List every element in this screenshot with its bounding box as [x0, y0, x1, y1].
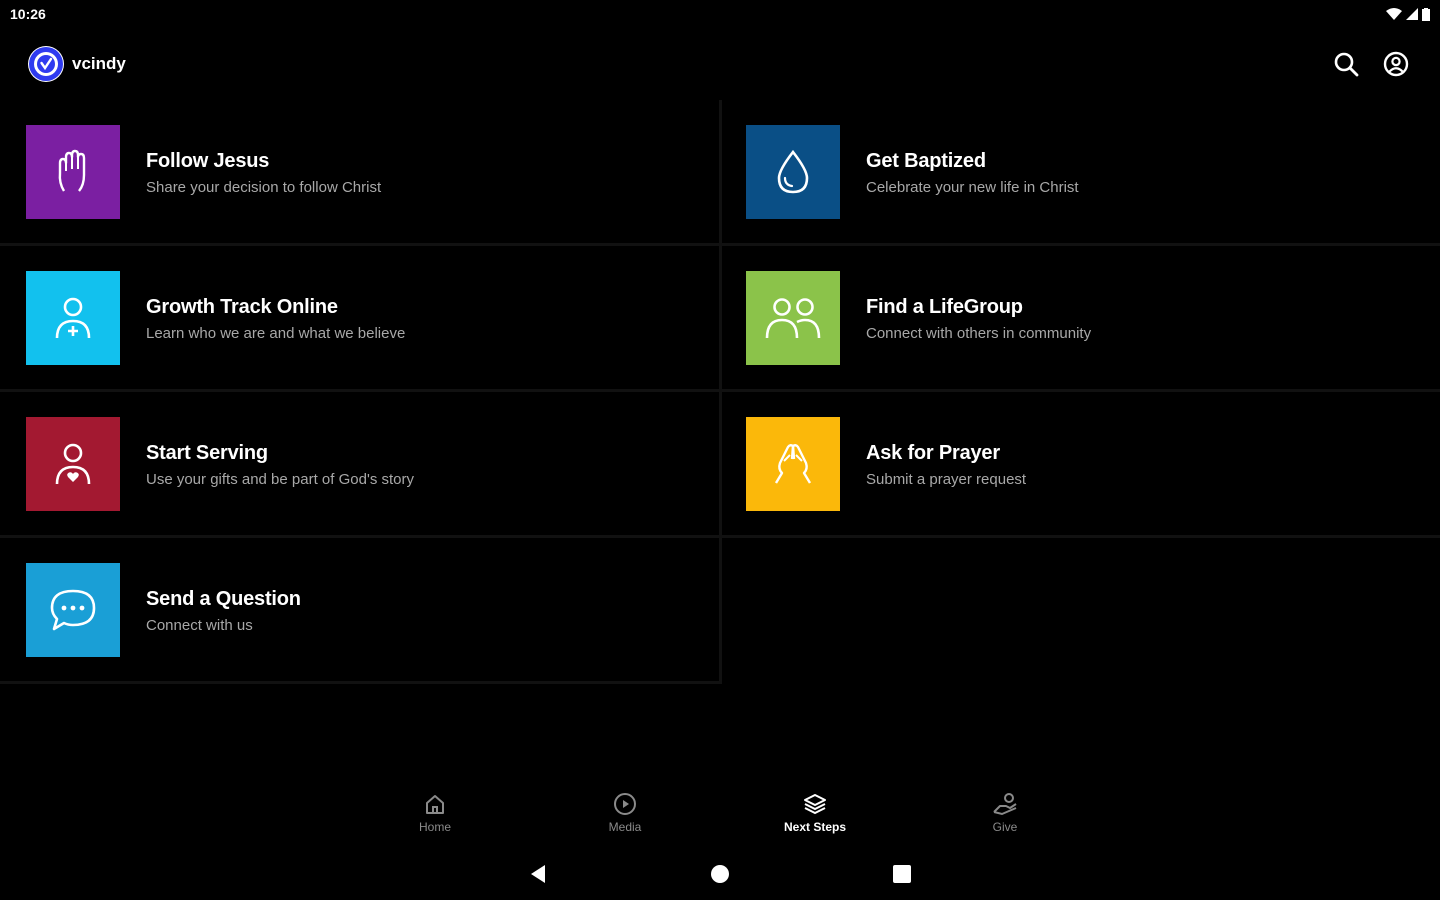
recents-square-icon	[893, 865, 911, 883]
brand[interactable]: vcindy	[28, 46, 126, 82]
status-time: 10:26	[10, 6, 46, 22]
give-hand-icon	[993, 793, 1017, 816]
empty-cell	[722, 538, 1440, 684]
search-icon	[1334, 52, 1359, 77]
item-subtitle: Submit a prayer request	[866, 471, 1027, 488]
item-subtitle: Use your gifts and be part of God's stor…	[146, 471, 414, 488]
people-icon	[765, 298, 821, 339]
next-steps-grid: Follow Jesus Share your decision to foll…	[0, 100, 1440, 684]
item-subtitle: Connect with others in community	[866, 325, 1092, 342]
nav-media[interactable]: Media	[575, 792, 675, 834]
app-bar: vcindy	[0, 36, 1440, 92]
signal-icon	[1406, 8, 1418, 20]
nav-label: Give	[992, 820, 1018, 834]
item-title: Find a LifeGroup	[866, 296, 1023, 318]
item-title: Send a Question	[146, 588, 301, 610]
item-subtitle: Celebrate your new life in Christ	[866, 179, 1079, 196]
next-step-find-lifegroup[interactable]: Find a LifeGroup Connect with others in …	[722, 246, 1440, 392]
system-nav-bar	[0, 852, 1440, 896]
home-icon	[426, 795, 444, 814]
nav-next-steps[interactable]: Next Steps	[765, 792, 865, 834]
tile	[26, 271, 120, 365]
item-title: Ask for Prayer	[866, 442, 1000, 464]
home-circle-icon	[711, 865, 729, 883]
tile	[26, 563, 120, 657]
tile	[26, 417, 120, 511]
item-title: Growth Track Online	[146, 296, 338, 318]
item-subtitle: Share your decision to follow Christ	[146, 179, 382, 196]
tile	[746, 271, 840, 365]
back-triangle-icon	[531, 865, 545, 883]
next-step-ask-for-prayer[interactable]: Ask for Prayer Submit a prayer request	[722, 392, 1440, 538]
item-title: Get Baptized	[866, 150, 986, 172]
person-plus-icon	[55, 297, 91, 339]
system-back-button[interactable]	[526, 862, 550, 886]
play-circle-icon	[614, 793, 636, 815]
layers-icon	[804, 794, 826, 815]
item-title: Follow Jesus	[146, 150, 270, 172]
nav-home[interactable]: Home	[385, 792, 485, 834]
next-step-send-question[interactable]: Send a Question Connect with us	[0, 538, 722, 684]
item-title: Start Serving	[146, 442, 268, 464]
tile	[26, 125, 120, 219]
next-step-growth-track[interactable]: Growth Track Online Learn who we are and…	[0, 246, 722, 392]
search-button[interactable]	[1332, 50, 1360, 78]
person-heart-icon	[55, 443, 91, 485]
tile	[746, 417, 840, 511]
next-step-follow-jesus[interactable]: Follow Jesus Share your decision to foll…	[0, 100, 722, 246]
system-recents-button[interactable]	[890, 862, 914, 886]
chat-bubble-icon	[50, 589, 96, 631]
account-icon	[1383, 51, 1409, 77]
system-icons	[1386, 7, 1430, 21]
praying-hands-icon	[774, 444, 812, 484]
battery-icon	[1422, 7, 1430, 21]
nav-label: Media	[608, 820, 642, 834]
tile	[746, 125, 840, 219]
wifi-icon	[1386, 8, 1402, 20]
water-drop-icon	[777, 149, 809, 194]
item-subtitle: Learn who we are and what we believe	[146, 325, 406, 342]
system-home-button[interactable]	[708, 862, 732, 886]
app-name: vcindy	[72, 54, 126, 73]
next-step-get-baptized[interactable]: Get Baptized Celebrate your new life in …	[722, 100, 1440, 246]
next-step-start-serving[interactable]: Start Serving Use your gifts and be part…	[0, 392, 722, 538]
nav-give[interactable]: Give	[955, 792, 1055, 834]
raised-hand-icon	[58, 149, 86, 192]
nav-label: Next Steps	[783, 820, 847, 834]
account-button[interactable]	[1382, 50, 1410, 78]
bottom-nav: Home Media Next Steps Give	[0, 788, 1440, 848]
status-bar: 10:26	[0, 0, 1440, 28]
nav-label: Home	[418, 820, 451, 834]
item-subtitle: Connect with us	[146, 617, 253, 634]
brand-logo-icon	[28, 46, 64, 82]
